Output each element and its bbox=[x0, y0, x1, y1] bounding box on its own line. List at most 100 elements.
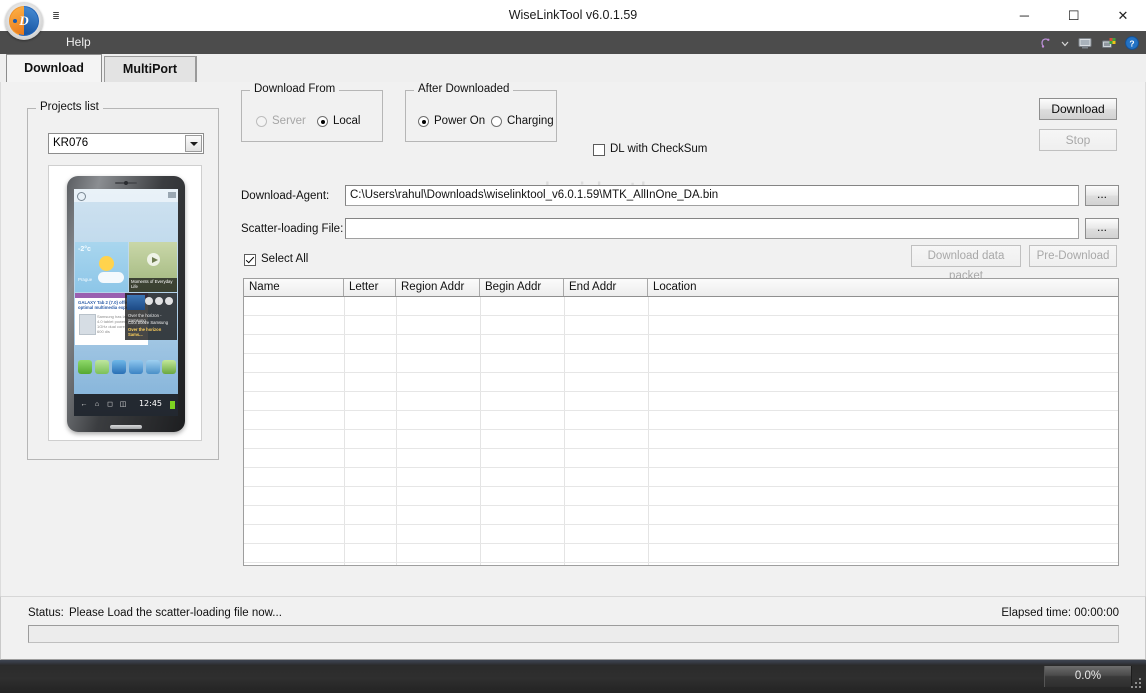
table-row[interactable] bbox=[244, 449, 1118, 468]
network-icon[interactable] bbox=[1101, 31, 1117, 54]
chevron-down-icon[interactable] bbox=[185, 135, 202, 152]
album-art bbox=[127, 295, 145, 310]
readers-hub-icon bbox=[95, 360, 109, 374]
bottom-bar: 0.0% bbox=[0, 660, 1146, 693]
status-label: Status: bbox=[28, 607, 64, 619]
progress-percent: 0.0% bbox=[1044, 666, 1132, 687]
radio-label: Local bbox=[333, 115, 361, 127]
download-agent-label: Download-Agent: bbox=[241, 190, 330, 202]
column-header-begin-addr[interactable]: Begin Addr bbox=[480, 279, 564, 296]
scatter-loading-browse-button[interactable]: ... bbox=[1085, 218, 1119, 239]
pre-download-button[interactable]: Pre-Download bbox=[1029, 245, 1117, 267]
device-preview-image: -2°c Prague Moments of Everyday Life GAL… bbox=[48, 165, 202, 441]
table-row[interactable] bbox=[244, 335, 1118, 354]
news-thumbnail bbox=[79, 314, 96, 335]
tab-strip: Download MultiPort bbox=[0, 54, 1146, 83]
radio-icon bbox=[491, 116, 502, 127]
table-row[interactable] bbox=[244, 354, 1118, 373]
table-row[interactable] bbox=[244, 316, 1118, 335]
music-widget: Over the horizon - Samsung Cool booze Sa… bbox=[125, 293, 177, 340]
help-circle-icon[interactable]: ? bbox=[1124, 31, 1140, 54]
project-select[interactable]: KR076 bbox=[48, 133, 204, 154]
column-header-name[interactable]: Name bbox=[244, 279, 344, 296]
maximize-button[interactable]: ☐ bbox=[1051, 0, 1097, 31]
checkbox-label: DL with CheckSum bbox=[610, 143, 708, 155]
projects-list-title: Projects list bbox=[36, 101, 103, 113]
music-track-2: Cool booze Samsung bbox=[128, 320, 169, 325]
table-row[interactable] bbox=[244, 468, 1118, 487]
download-data-packet-button[interactable]: Download data packet bbox=[911, 245, 1021, 282]
music-controls bbox=[145, 296, 174, 307]
download-from-title: Download From bbox=[250, 83, 340, 95]
radio-label: Server bbox=[272, 115, 306, 127]
checkbox-icon bbox=[593, 144, 605, 156]
projects-list-group: Projects list KR076 -2°c Prague Moments … bbox=[27, 101, 219, 460]
app-logo-icon: D bbox=[5, 2, 43, 40]
download-agent-browse-button[interactable]: ... bbox=[1085, 185, 1119, 206]
column-header-end-addr[interactable]: End Addr bbox=[564, 279, 648, 296]
app-dock bbox=[74, 358, 178, 394]
tab-download[interactable]: Download bbox=[6, 54, 102, 82]
menu-icon bbox=[168, 192, 176, 198]
table-row[interactable] bbox=[244, 411, 1118, 430]
menu-item-help[interactable]: Help bbox=[58, 31, 99, 54]
app-logo-letter: D bbox=[19, 13, 29, 28]
table-row[interactable] bbox=[244, 430, 1118, 449]
partition-table[interactable]: Name Letter Region Addr Begin Addr End A… bbox=[243, 278, 1119, 566]
radio-label: Power On bbox=[434, 115, 486, 127]
table-row[interactable] bbox=[244, 506, 1118, 525]
camera-icon bbox=[124, 181, 128, 185]
project-select-value: KR076 bbox=[53, 137, 89, 149]
screenshot-icon: ◫ bbox=[119, 401, 127, 408]
table-row[interactable] bbox=[244, 525, 1118, 544]
main-content: androidmtk.com Projects list KR076 -2°c bbox=[0, 82, 1146, 663]
radio-label: Charging bbox=[507, 115, 554, 127]
table-row[interactable] bbox=[244, 373, 1118, 392]
phone-icon bbox=[78, 360, 92, 374]
column-header-region-addr[interactable]: Region Addr bbox=[396, 279, 480, 296]
market-icon bbox=[162, 360, 176, 374]
menu-bar-icons: ? bbox=[1037, 31, 1142, 54]
table-row[interactable] bbox=[244, 487, 1118, 506]
resize-grip[interactable] bbox=[1131, 678, 1143, 690]
tab-strip-filler bbox=[196, 56, 201, 82]
status-panel: Status: Please Load the scatter-loading … bbox=[0, 596, 1146, 660]
options-icon[interactable] bbox=[1039, 31, 1053, 54]
home-button bbox=[110, 425, 142, 429]
download-from-group: Download From Server Local bbox=[241, 83, 383, 142]
cloud-icon bbox=[98, 272, 124, 283]
download-button[interactable]: Download bbox=[1039, 98, 1117, 120]
table-row[interactable] bbox=[244, 544, 1118, 563]
play-icon bbox=[147, 253, 160, 266]
checkbox-icon bbox=[244, 254, 256, 266]
column-header-location[interactable]: Location bbox=[648, 279, 1118, 296]
table-body bbox=[244, 297, 1118, 565]
table-row[interactable] bbox=[244, 297, 1118, 316]
table-row[interactable] bbox=[244, 392, 1118, 411]
stop-button[interactable]: Stop bbox=[1039, 129, 1117, 151]
status-message: Please Load the scatter-loading file now… bbox=[69, 607, 282, 619]
search-icon bbox=[77, 192, 86, 201]
minimize-button[interactable]: ─ bbox=[1001, 0, 1047, 31]
back-icon: ← bbox=[80, 401, 88, 408]
title-bar: D ≣ WiseLinkTool v6.0.1.59 ─ ☐ ✕ bbox=[0, 0, 1146, 40]
column-header-letter[interactable]: Letter bbox=[344, 279, 396, 296]
chevron-down-icon[interactable] bbox=[1060, 31, 1070, 54]
battery-icon bbox=[170, 401, 175, 409]
download-agent-input[interactable]: C:\Users\rahul\Downloads\wiselinktool_v6… bbox=[345, 185, 1079, 206]
music-hub-icon bbox=[112, 360, 126, 374]
tab-multiport[interactable]: MultiPort bbox=[104, 56, 196, 82]
weather-city: Prague bbox=[78, 277, 93, 282]
close-button[interactable]: ✕ bbox=[1100, 0, 1146, 31]
computer-icon[interactable] bbox=[1077, 31, 1093, 54]
menu-bar: Help ? bbox=[0, 31, 1146, 54]
radio-icon bbox=[418, 116, 429, 127]
select-all-label: Select All bbox=[261, 253, 309, 265]
recents-icon: ◻ bbox=[107, 401, 113, 408]
video-widget: Moments of Everyday Life bbox=[129, 242, 177, 292]
weather-temperature: -2°c bbox=[78, 246, 91, 253]
elapsed-time: Elapsed time: 00:00:00 bbox=[1001, 607, 1119, 619]
game-hub-icon bbox=[129, 360, 143, 374]
scatter-loading-input[interactable] bbox=[345, 218, 1079, 239]
status-clock: 12:45 bbox=[138, 399, 162, 408]
